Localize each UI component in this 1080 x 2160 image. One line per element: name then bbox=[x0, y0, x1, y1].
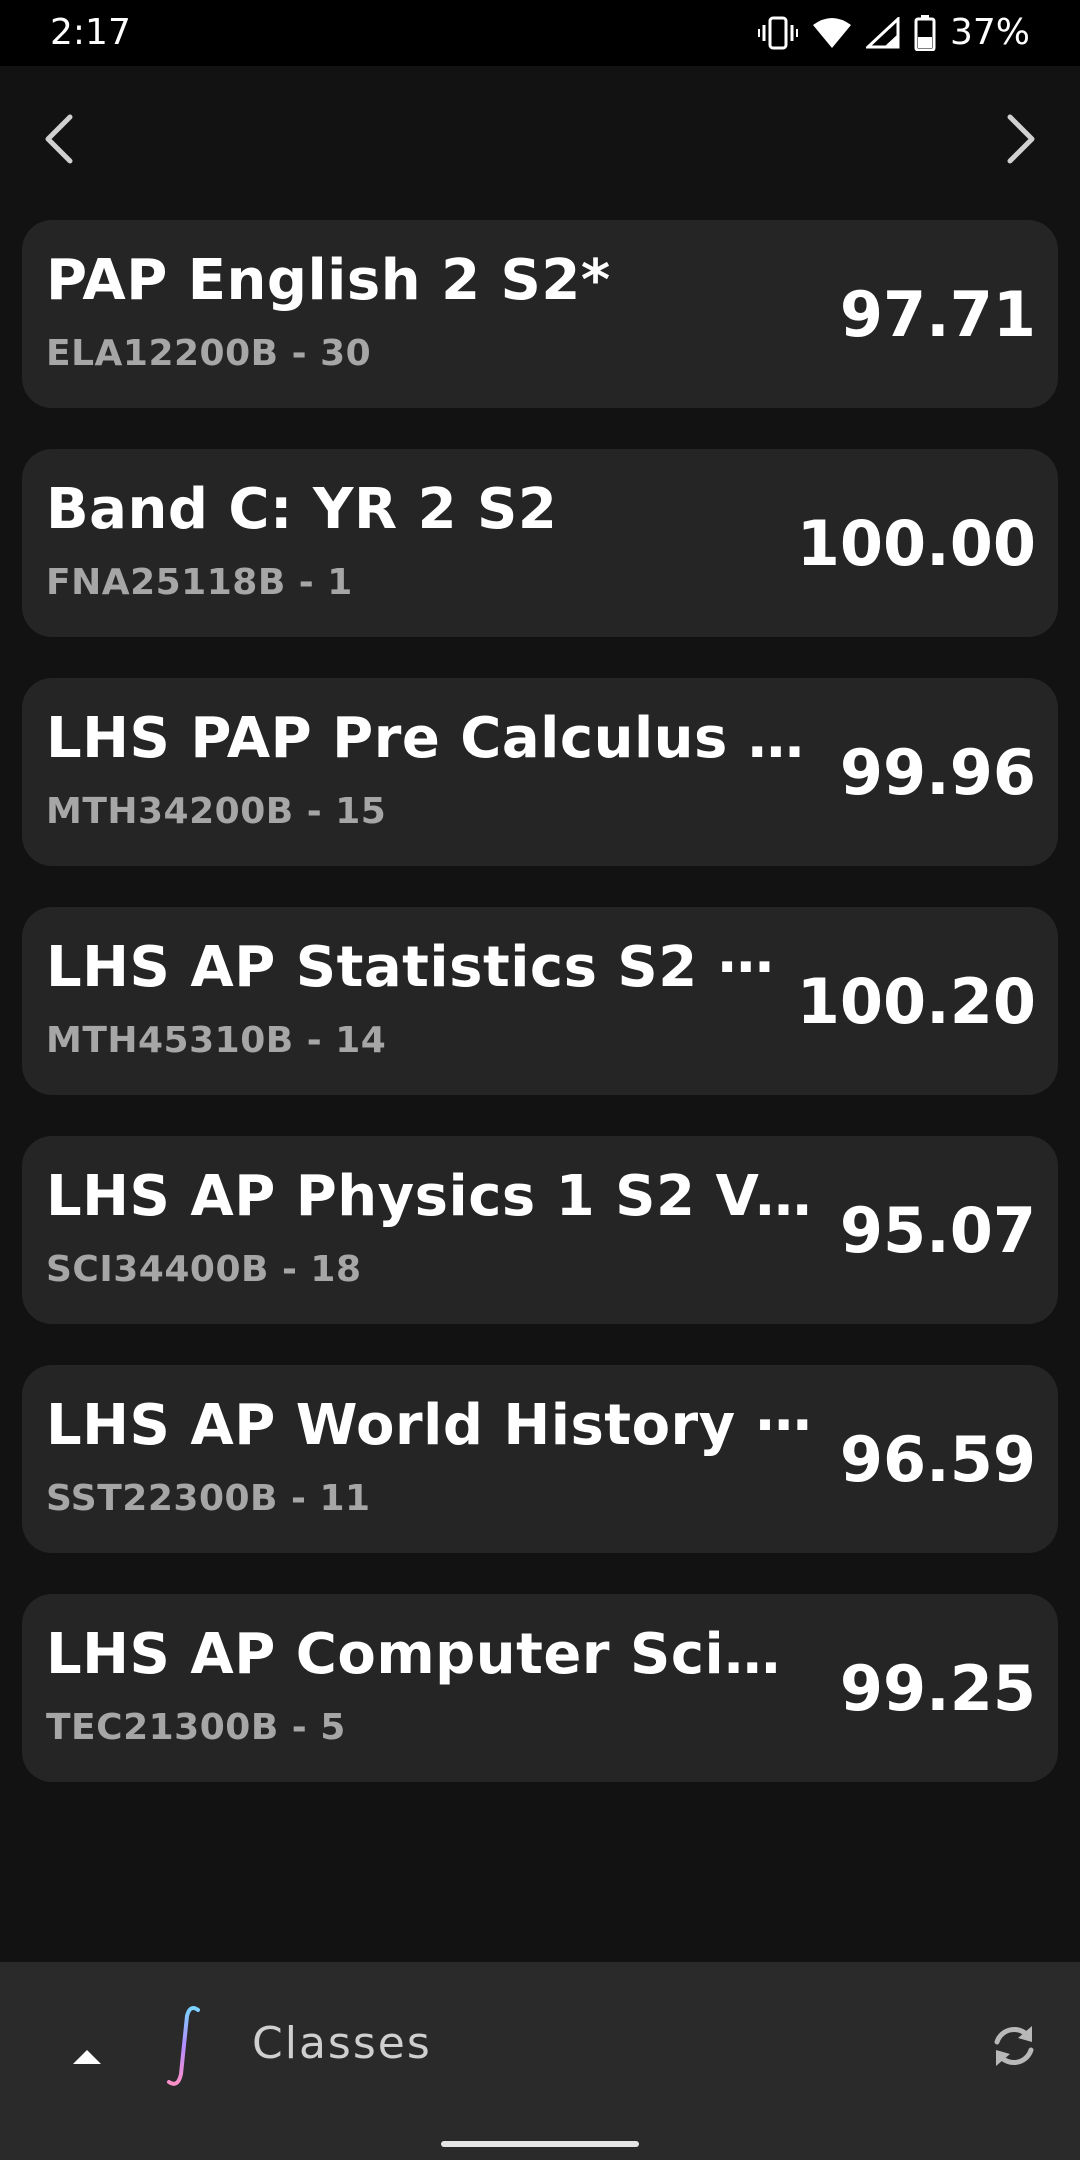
class-card[interactable]: Band C: YR 2 S2 FNA25118B - 1 100.00 bbox=[22, 449, 1058, 637]
next-button[interactable] bbox=[992, 108, 1052, 174]
vibrate-icon bbox=[757, 16, 798, 50]
class-grade: 99.96 bbox=[839, 736, 1036, 809]
chevron-right-icon bbox=[1002, 109, 1042, 173]
chevron-left-icon bbox=[38, 109, 78, 173]
class-code: SST22300B - 11 bbox=[46, 1478, 371, 1519]
battery-icon bbox=[914, 15, 936, 51]
class-code: ELA12200B - 30 bbox=[46, 333, 372, 374]
expand-button[interactable] bbox=[62, 2034, 112, 2084]
bottom-bar-title: Classes bbox=[252, 2018, 432, 2069]
class-grade: 100.20 bbox=[796, 965, 1036, 1038]
class-card[interactable]: PAP English 2 S2* ELA12200B - 30 97.71 bbox=[22, 220, 1058, 408]
class-name: LHS AP Statistics S2 ⋯ bbox=[46, 935, 775, 1000]
class-grade: 97.71 bbox=[839, 278, 1036, 351]
integral-logo-icon bbox=[160, 2002, 210, 2092]
class-card[interactable]: LHS AP Statistics S2 ⋯ MTH45310B - 14 10… bbox=[22, 907, 1058, 1095]
status-icons: 37% bbox=[757, 10, 1030, 56]
class-name: LHS AP World History ⋯ bbox=[46, 1393, 813, 1458]
class-code: FNA25118B - 1 bbox=[46, 562, 353, 603]
class-code: MTH45310B - 14 bbox=[46, 1020, 387, 1061]
class-card[interactable]: LHS AP Computer Scie⋯ TEC21300B - 5 99.2… bbox=[22, 1594, 1058, 1782]
class-grade: 99.25 bbox=[839, 1652, 1036, 1725]
previous-button[interactable] bbox=[28, 108, 88, 174]
class-grade: 100.00 bbox=[796, 507, 1036, 580]
class-name: LHS PAP Pre Calculus S⋯ bbox=[46, 706, 816, 771]
class-list: PAP English 2 S2* ELA12200B - 30 97.71 B… bbox=[22, 220, 1058, 1823]
class-card[interactable]: LHS AP Physics 1 S2 VA⋯ SCI34400B - 18 9… bbox=[22, 1136, 1058, 1324]
status-time: 2:17 bbox=[50, 12, 131, 53]
refresh-icon bbox=[988, 2020, 1040, 2076]
triangle-up-icon bbox=[71, 2048, 103, 2070]
class-name: LHS AP Physics 1 S2 VA⋯ bbox=[46, 1164, 816, 1229]
class-card[interactable]: LHS AP World History ⋯ SST22300B - 11 96… bbox=[22, 1365, 1058, 1553]
class-grade: 96.59 bbox=[839, 1423, 1036, 1496]
battery-percent: 37% bbox=[949, 12, 1030, 53]
class-name: Band C: YR 2 S2 bbox=[46, 477, 558, 542]
class-name: LHS AP Computer Scie⋯ bbox=[46, 1622, 816, 1687]
class-grade: 95.07 bbox=[839, 1194, 1036, 1267]
class-code: SCI34400B - 18 bbox=[46, 1249, 362, 1290]
wifi-icon bbox=[812, 17, 852, 49]
class-code: MTH34200B - 15 bbox=[46, 791, 387, 832]
class-card[interactable]: LHS PAP Pre Calculus S⋯ MTH34200B - 15 9… bbox=[22, 678, 1058, 866]
status-bar: 2:17 37% bbox=[0, 0, 1080, 66]
class-name: PAP English 2 S2* bbox=[46, 248, 611, 313]
bottom-app-bar: Classes bbox=[0, 1962, 1080, 2160]
home-indicator[interactable] bbox=[441, 2141, 639, 2147]
class-code: TEC21300B - 5 bbox=[46, 1707, 346, 1748]
signal-icon bbox=[865, 17, 900, 49]
refresh-button[interactable] bbox=[984, 2018, 1044, 2078]
